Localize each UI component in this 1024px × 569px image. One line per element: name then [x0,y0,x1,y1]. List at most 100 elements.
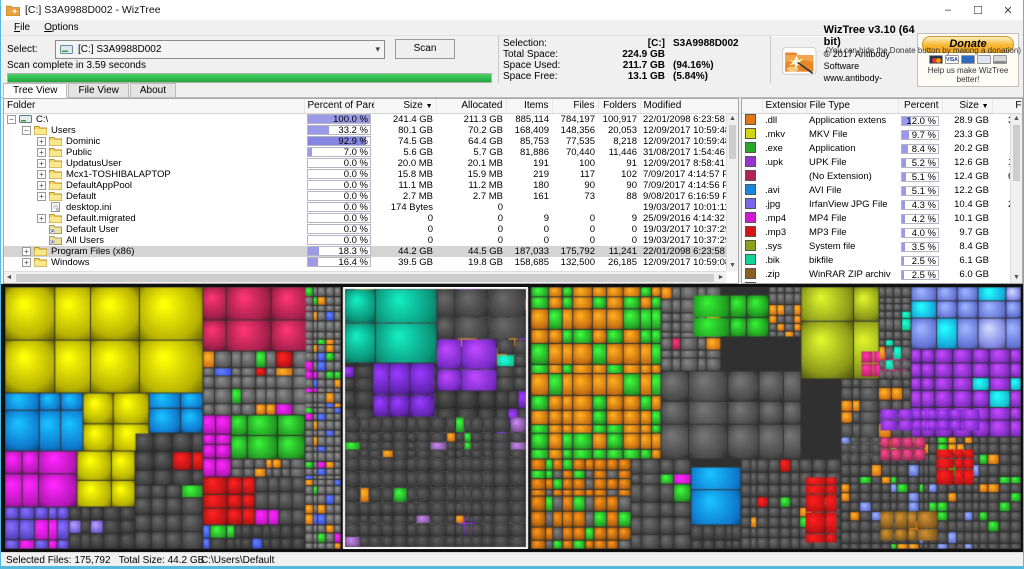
close-button[interactable]: ✕ [993,0,1023,20]
tree-row[interactable]: +Default0.0 %2.7 MB2.7 MB16173889/08/201… [4,191,739,202]
extension-row[interactable]: .exeApplication8.4 %20.2 GB8,561 [742,142,1023,156]
info-row: Space Free:13.1 GB(5.84%) [503,71,766,82]
statusbar-path: C:\Users\Default [201,553,274,569]
drive-icon [60,45,73,54]
tree-row[interactable]: +Program Files (x86)18.3 %44.2 GB44.5 GB… [4,246,739,257]
tree-row[interactable]: −Users33.2 %80.1 GB70.2 GB168,409148,356… [4,125,739,136]
extension-row[interactable]: .aviAVI File5.1 %12.2 GB1,074 [742,184,1023,198]
donate-note-text: (You can hide the Donate button by makin… [826,46,1021,55]
ext-col-files[interactable]: Files [992,99,1023,113]
expand-icon[interactable]: + [37,137,46,146]
tree-row[interactable]: +Default.migrated0.0 %0090925/09/2016 4:… [4,213,739,224]
treemap-canvas[interactable] [5,287,1021,549]
extension-color-swatch [745,198,756,209]
collapse-icon[interactable]: − [22,126,31,135]
scan-panel: Select: [C:] S3A9988D002 ▾ Scan Scan com… [1,36,499,83]
folder-tree-panel: FolderPercent of ParentSize ▼AllocatedIt… [3,98,739,284]
tree-row[interactable]: +DefaultAppPool0.0 %11.1 MB11.2 MB180909… [4,180,739,191]
extension-color-swatch [745,142,756,153]
treemap-area[interactable] [1,284,1023,552]
tabbar: Tree ViewFile ViewAbout [1,83,1023,98]
leaf-spacer [37,236,46,245]
ext-col-extension[interactable]: Extension [762,99,806,113]
tree-row[interactable]: All Users0.0 %0000019/03/2017 10:37:29 A… [4,235,739,246]
tree-row[interactable]: +Dominic92.9 %74.5 GB64.4 GB85,75377,535… [4,136,739,147]
tab-file-view[interactable]: File View [68,83,128,97]
tree-col-folder[interactable]: Folder [4,99,304,113]
extension-color-swatch [745,212,756,223]
extension-color-swatch [745,268,756,279]
extension-row[interactable]: .zipWinRAR ZIP archiv2.5 %6.0 GB3,197 [742,268,1023,282]
extension-vertical-scrollbar[interactable]: ▲ ▼ [1010,114,1022,283]
extension-color-swatch [745,240,756,251]
scan-button[interactable]: Scan [395,39,455,59]
tree-vertical-scrollbar[interactable]: ▲ ▼ [726,114,738,271]
maximize-button[interactable]: ☐ [963,0,993,20]
tree-col-modified[interactable]: Modified [640,99,739,113]
plus-icon [977,55,991,64]
visa-icon: VISA [945,55,959,64]
tree-col-percent-of-parent[interactable]: Percent of Parent [304,99,374,113]
statusbar-selection-info: Selected Files: 175,792 Total Size: 44.2… [6,553,204,569]
extension-color-swatch [745,226,756,237]
tree-row[interactable]: +Mcx1-TOSHIBALAPTOP0.0 %15.8 MB15.9 MB21… [4,169,739,180]
leaf-spacer [37,203,46,212]
main-area: FolderPercent of ParentSize ▼AllocatedIt… [1,98,1023,284]
menu-options[interactable]: Options [37,22,85,33]
ext-col-percent[interactable]: Percent [898,99,942,113]
window-title: [C:] S3A9988D002 - WizTree [25,4,161,16]
app-icon [6,4,20,16]
ext-col-file-type[interactable]: File Type [806,99,898,113]
extension-row[interactable]: .bikbikfile2.5 %6.1 GB131 [742,254,1023,268]
tree-col-folders[interactable]: Folders [598,99,640,113]
drive-select-dropdown[interactable]: [C:] S3A9988D002 ▾ [55,40,385,59]
mastercard-icon [929,55,943,64]
extension-color-swatch [745,184,756,195]
extension-row[interactable]: .mp4MP4 File4.2 %10.1 GB122 [742,212,1023,226]
expand-icon[interactable]: + [37,181,46,190]
tab-tree-view[interactable]: Tree View [3,83,67,98]
extension-color-swatch [745,254,756,265]
extension-row[interactable]: .mp3MP3 File4.0 %9.7 GB1,913 [742,226,1023,240]
tree-row[interactable]: +UpdatusUser0.0 %20.0 MB20.1 MB191100911… [4,158,739,169]
donate-box: Donate VISA Help us make WizTree better! [917,33,1019,87]
select-label: Select: [7,44,55,55]
info-row: Selection:[C:]S3A9988D002 [503,38,766,49]
expand-icon[interactable]: + [37,170,46,179]
extension-color-swatch [745,170,756,181]
extension-row[interactable]: .upkUPK File5.2 %12.6 GB10,436 [742,156,1023,170]
branding-panel: WizTree v3.10 (64 bit) © 2017 Antibody S… [771,36,1023,83]
tree-row[interactable]: +Windows16.4 %39.5 GB19.8 GB158,685132,5… [4,257,739,268]
extension-row[interactable]: (No Extension)5.1 %12.4 GB61,386 [742,170,1023,184]
extension-panel: ExtensionFile TypePercentSize ▼Files.dll… [741,98,1023,284]
expand-icon[interactable]: + [22,258,31,267]
extension-row[interactable]: .mkvMKV File9.7 %23.3 GB42 [742,128,1023,142]
tree-row[interactable]: −C:\100.0 %241.4 GB211.3 GB885,114784,19… [4,113,739,125]
minimize-button[interactable]: – [933,0,963,20]
extension-row[interactable]: .dllApplication extens12.0 %28.9 GB34,51… [742,113,1023,128]
tab-about[interactable]: About [130,83,176,97]
tree-col-files[interactable]: Files [552,99,598,113]
tree-row[interactable]: +Public7.0 %5.6 GB5.7 GB81,88670,44011,4… [4,147,739,158]
tree-col-items[interactable]: Items [506,99,552,113]
expand-icon[interactable]: + [37,159,46,168]
extension-row[interactable]: .tfcTFC File2.2 %5.4 GB80 [742,282,1023,285]
tree-row[interactable]: desktop.ini0.0 %174 Bytes019/03/2017 10:… [4,202,739,213]
extension-row[interactable]: .jpgIrfanView JPG File4.3 %10.4 GB21,370 [742,198,1023,212]
tree-horizontal-scrollbar[interactable]: ◄► [4,271,726,283]
tree-col-size[interactable]: Size ▼ [374,99,436,113]
drive-select-value: [C:] S3A9988D002 [78,44,161,55]
expand-icon[interactable]: + [22,247,31,256]
extension-row[interactable]: .sysSystem file3.5 %8.4 GB2,227 [742,240,1023,254]
wiztree-logo [781,41,818,79]
expand-icon[interactable]: + [37,214,46,223]
expand-icon[interactable]: + [37,192,46,201]
statusbar: Selected Files: 175,792 Total Size: 44.2… [1,552,1023,566]
menu-file[interactable]: File [7,22,37,33]
tree-row[interactable]: Default User0.0 %0000019/03/2017 10:37:2… [4,224,739,235]
collapse-icon[interactable]: − [7,115,16,124]
ext-col-size[interactable]: Size ▼ [942,99,992,113]
toolbar: Select: [C:] S3A9988D002 ▾ Scan Scan com… [1,35,1023,83]
tree-col-allocated[interactable]: Allocated [436,99,506,113]
expand-icon[interactable]: + [37,148,46,157]
